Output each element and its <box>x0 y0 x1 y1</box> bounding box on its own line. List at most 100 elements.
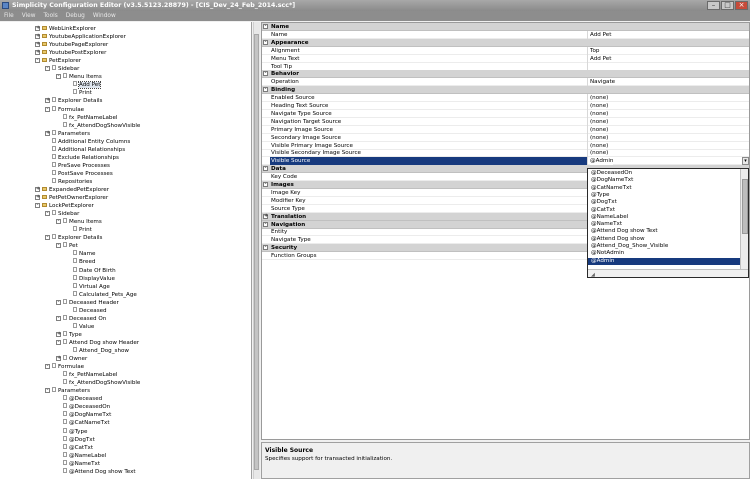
tree-node[interactable]: @Deceased <box>56 395 102 403</box>
tree-node[interactable]: Name <box>66 250 96 258</box>
dropdown-option[interactable]: @Type <box>588 192 740 199</box>
tree-node[interactable]: - Menu Items <box>56 73 102 81</box>
tree-node[interactable]: @Attend Dog show Text <box>56 467 136 476</box>
tree-node[interactable]: Deceased <box>66 306 107 315</box>
tree-node[interactable]: PostSave Processes <box>45 169 113 178</box>
collapse-icon[interactable]: - <box>263 245 268 251</box>
tree-node[interactable]: Value <box>66 322 94 331</box>
visible-source-dropdown[interactable]: ◢ @DeceasedOn @DogNameTxt @CatNameTxt @Type… <box>587 168 749 278</box>
tree-node[interactable]: Date Of Birth <box>66 266 116 275</box>
tree-node[interactable]: Print <box>66 89 92 97</box>
tree-node[interactable]: Add Pet <box>66 81 102 90</box>
menu-window[interactable]: Window <box>93 13 116 19</box>
dropdown-resize-grip[interactable]: ◢ <box>588 269 748 277</box>
tree-node[interactable]: - Parameters <box>45 387 90 395</box>
property-value[interactable]: (none) <box>590 110 608 118</box>
property-row[interactable]: Primary Image Source (none) <box>262 125 749 134</box>
tree-node-explorer[interactable]: + YoutubePageExplorer <box>35 41 108 49</box>
tree-node-explorer[interactable]: - LockPetExplorer <box>35 202 94 210</box>
property-value[interactable]: (none) <box>590 126 608 134</box>
property-value[interactable]: Add Pet <box>590 55 611 63</box>
collapse-icon[interactable]: - <box>263 166 268 172</box>
tree-node[interactable]: Virtual Age <box>66 282 110 291</box>
tree-node[interactable]: @DogTxt <box>56 435 95 444</box>
property-category[interactable]: - Name <box>262 23 749 31</box>
tree-node[interactable]: @Type <box>56 427 87 436</box>
collapse-icon[interactable]: - <box>263 87 268 93</box>
property-value[interactable]: (none) <box>590 118 608 126</box>
expand-icon[interactable]: + <box>56 356 61 362</box>
tree-node[interactable]: - Formulae <box>45 105 84 114</box>
dropdown-option[interactable]: @Admin <box>588 257 740 265</box>
property-category[interactable]: - Behavior <box>262 70 749 79</box>
dropdown-option[interactable]: @DogNameTxt <box>588 177 740 184</box>
minimize-button[interactable]: – <box>707 1 720 10</box>
property-row[interactable]: Tool Tip <box>262 62 749 71</box>
dropdown-scrollbar[interactable] <box>740 169 748 269</box>
collapse-icon[interactable]: - <box>45 66 50 72</box>
tree-node[interactable]: fx_AttendDogShowVisible <box>56 121 140 130</box>
tree-node[interactable]: Repositories <box>45 177 92 186</box>
tree-node[interactable]: - Formulae <box>45 363 84 371</box>
collapse-icon[interactable]: - <box>263 71 268 77</box>
tree-node[interactable]: - Menu Items <box>56 218 102 226</box>
property-category[interactable]: - Binding <box>262 86 749 95</box>
collapse-icon[interactable]: - <box>35 58 40 64</box>
property-row[interactable]: Secondary Image Source (none) <box>262 133 749 142</box>
tree-node-explorer[interactable]: + PetPetOwnerExplorer <box>35 194 108 202</box>
collapse-icon[interactable]: - <box>45 235 50 241</box>
menu-debug[interactable]: Debug <box>66 13 85 19</box>
menu-view[interactable]: View <box>22 13 36 19</box>
collapse-icon[interactable]: - <box>35 203 40 209</box>
expand-icon[interactable]: + <box>35 34 40 40</box>
collapse-icon[interactable]: - <box>45 388 50 394</box>
collapse-icon[interactable]: - <box>263 39 268 45</box>
dropdown-option[interactable]: @NameLabel <box>588 214 740 221</box>
property-value[interactable]: Top <box>590 47 599 55</box>
menu-file[interactable]: File <box>4 13 14 19</box>
tree-node[interactable]: PreSave Processes <box>45 161 110 170</box>
property-value[interactable]: (none) <box>590 149 608 157</box>
dropdown-scrollbar-thumb[interactable] <box>742 179 748 234</box>
tree-node[interactable]: @CatNameTxt <box>56 419 110 427</box>
tree-node[interactable]: - Explorer Details <box>45 234 102 242</box>
property-row[interactable]: Menu Text Add Pet <box>262 54 749 63</box>
tree-node-explorer[interactable]: + YoutubePostExplorer <box>35 49 106 57</box>
maximize-button[interactable]: □ <box>721 1 734 10</box>
property-value[interactable]: (none) <box>590 134 608 142</box>
dropdown-option[interactable]: @NotAdmin <box>588 250 740 257</box>
tree-node-explorer[interactable]: + ExpandedPetExplorer <box>35 186 109 194</box>
tree-scrollbar-thumb[interactable] <box>254 34 259 470</box>
collapse-icon[interactable]: - <box>263 182 268 187</box>
collapse-icon[interactable]: - <box>56 299 61 305</box>
property-row[interactable]: Visible Primary Image Source (none) <box>262 141 749 150</box>
expand-icon[interactable]: + <box>35 195 40 201</box>
collapse-icon[interactable]: - <box>56 74 61 80</box>
collapse-icon[interactable]: - <box>56 315 61 321</box>
tree-node-explorer[interactable]: + YoutubeApplicationExplorer <box>35 33 126 41</box>
dropdown-option[interactable]: @CatNameTxt <box>588 185 740 192</box>
dropdown-option[interactable]: @DeceasedOn <box>588 170 740 177</box>
tree-node[interactable]: - Sidebar <box>45 210 79 218</box>
tree-node[interactable]: - Deceased On <box>56 314 106 323</box>
tree-node[interactable]: @NameLabel <box>56 451 106 460</box>
dropdown-option[interactable]: @Attend Dog show Text <box>588 228 740 235</box>
expand-icon[interactable]: + <box>263 213 268 219</box>
tree-node[interactable]: Additional Relationships <box>45 145 125 154</box>
tree-node[interactable]: + Type <box>56 330 82 339</box>
property-row[interactable]: Navigation Target Source (none) <box>262 117 749 126</box>
tree-node[interactable]: @DogNameTxt <box>56 411 111 419</box>
collapse-icon[interactable]: - <box>45 211 50 217</box>
tree-node[interactable]: DisplayValue <box>66 274 115 283</box>
expand-icon[interactable]: + <box>35 42 40 48</box>
tree-node-explorer[interactable]: + WebLinkExplorer <box>35 25 96 33</box>
dropdown-option[interactable]: @Attend Dog show <box>588 236 740 243</box>
dropdown-option[interactable]: @NameTxt <box>588 221 740 228</box>
collapse-icon[interactable]: - <box>263 221 268 227</box>
tree-node[interactable]: @CatTxt <box>56 443 93 452</box>
tree-node[interactable]: Breed <box>66 258 95 266</box>
menu-tools[interactable]: Tools <box>43 13 57 19</box>
tree-node[interactable]: @DeceasedOn <box>56 403 110 411</box>
tree-node[interactable]: - Deceased Header <box>56 298 119 307</box>
property-row[interactable]: Enabled Source (none) <box>262 94 749 103</box>
